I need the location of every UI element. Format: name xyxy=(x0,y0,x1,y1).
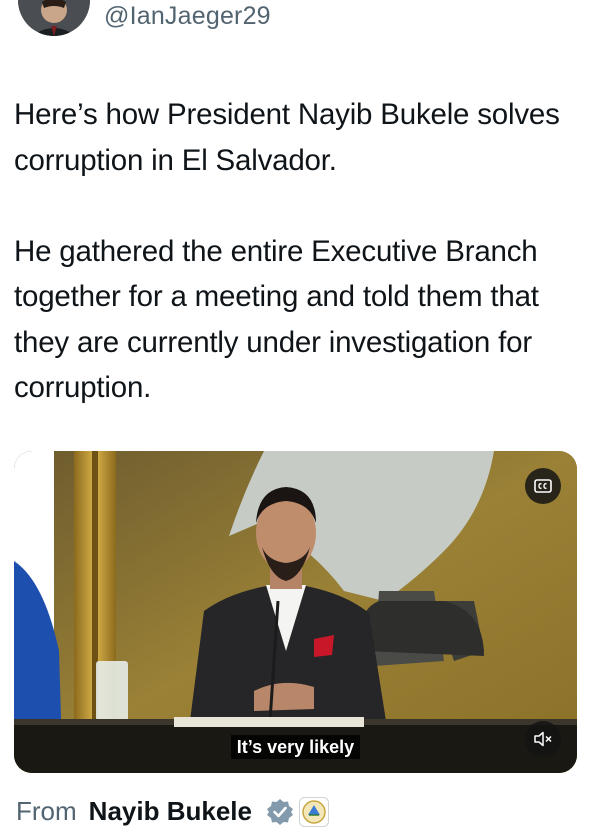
video-caption: It’s very likely xyxy=(14,735,577,759)
caption-text: It’s very likely xyxy=(230,735,361,759)
captions-button[interactable] xyxy=(525,468,561,504)
muted-speaker-icon xyxy=(534,731,552,747)
government-seal-icon xyxy=(298,796,329,827)
from-label: From xyxy=(16,796,77,826)
author-handle[interactable]: @IanJaeger29 xyxy=(104,2,271,31)
video-frame xyxy=(14,451,577,773)
verified-badge-icon xyxy=(266,798,293,825)
mute-button[interactable] xyxy=(525,721,561,757)
video-source: From Nayib Bukele xyxy=(16,796,329,827)
tweet-paragraph: Here’s how President Nayib Bukele solves… xyxy=(14,98,560,177)
avatar[interactable] xyxy=(18,0,90,36)
tweet-text: Here’s how President Nayib Bukele solves… xyxy=(14,92,574,411)
tweet-paragraph: He gathered the entire Executive Branch … xyxy=(14,234,539,405)
source-account-name[interactable]: Nayib Bukele xyxy=(89,796,252,827)
closed-captions-icon xyxy=(534,479,552,493)
video-player[interactable]: It’s very likely xyxy=(14,451,577,773)
